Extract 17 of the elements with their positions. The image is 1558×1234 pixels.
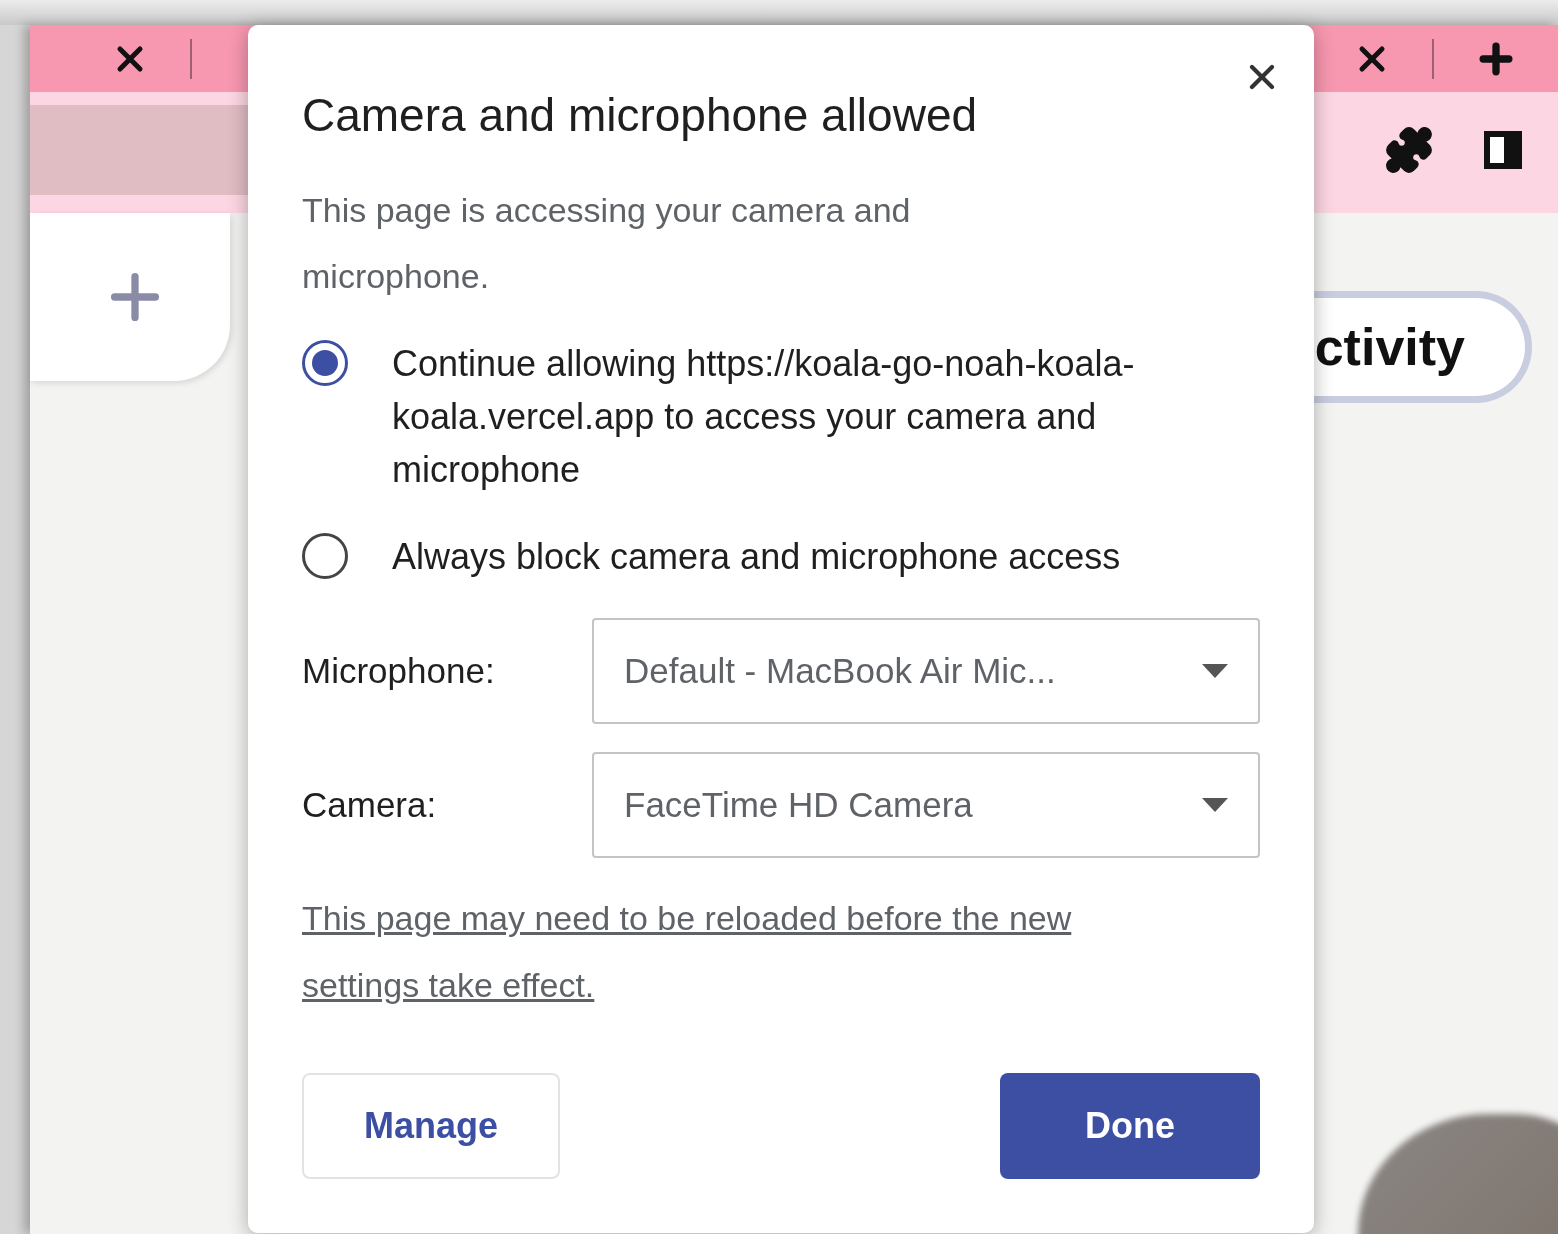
- caret-icon: [1202, 798, 1228, 812]
- field-label: Camera:: [302, 785, 438, 825]
- reload-note-link[interactable]: This page may need to be reloaded before the new settings take effect.: [302, 885, 1172, 1019]
- dialog-description: This page is accessing your camera and microphone.: [302, 190, 912, 297]
- device-dropdown[interactable]: FaceTime HD Camera: [592, 752, 1260, 858]
- radio-button[interactable]: [302, 340, 348, 386]
- done-button[interactable]: Done: [1000, 1073, 1260, 1179]
- dialog-title: Camera and microphone allowed: [302, 89, 979, 141]
- side-panel-icon[interactable]: [1484, 131, 1522, 169]
- option-label: Continue allowing https://koala-go-noah-koala-koala.vercel.app to access your camera and microphone: [392, 342, 1136, 492]
- device-dropdown[interactable]: Default - MacBook Air Mic...: [592, 618, 1260, 724]
- manage-button[interactable]: Manage: [302, 1073, 560, 1179]
- caret-icon: [1202, 664, 1228, 678]
- extensions-icon[interactable]: [1384, 125, 1434, 175]
- field-label: Microphone:: [302, 651, 496, 691]
- radio-button[interactable]: [302, 533, 348, 579]
- option-label: Always block camera and microphone access: [392, 535, 1121, 579]
